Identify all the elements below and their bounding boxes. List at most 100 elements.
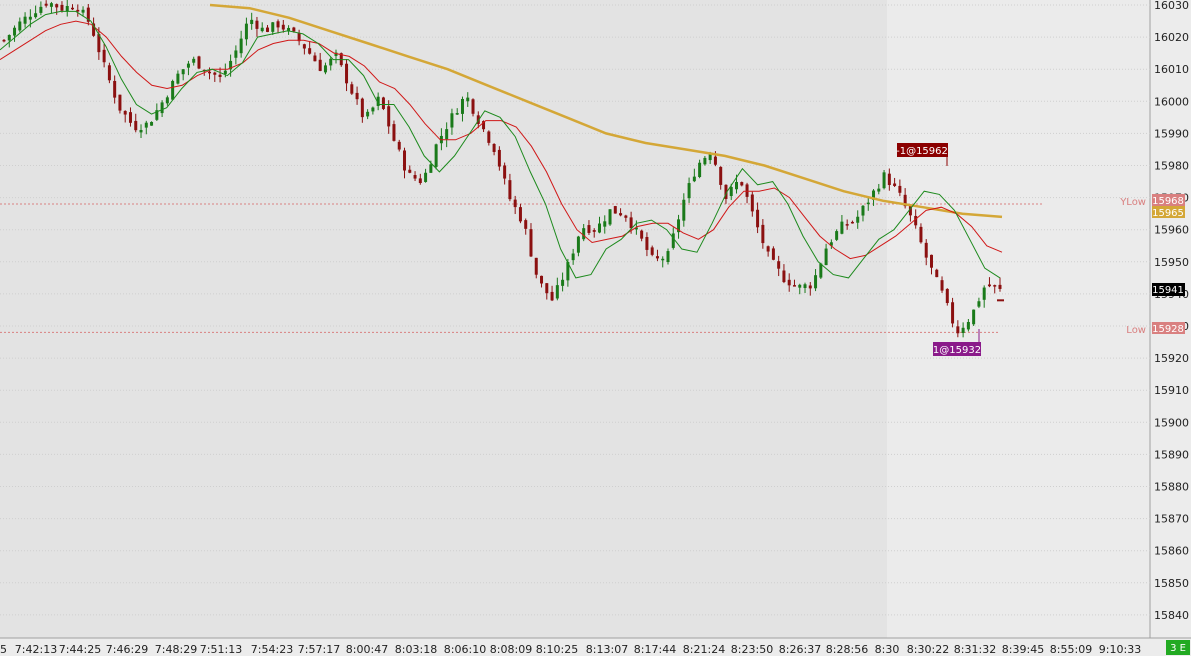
candle-body: [218, 74, 222, 77]
candle-body: [308, 48, 312, 54]
time-tick-label: 5: [0, 643, 7, 656]
price-tick-label: 15960: [1154, 224, 1189, 237]
price-tick-label: 16020: [1154, 31, 1189, 44]
candle-body: [13, 27, 17, 36]
time-tick-label: 8:21:24: [683, 643, 725, 656]
time-tick-label: 8:39:45: [1002, 643, 1044, 656]
time-tick-label: 8:23:50: [731, 643, 773, 656]
candle-body: [223, 70, 227, 74]
candle-body: [18, 21, 22, 31]
candle-body: [487, 131, 491, 143]
candle-body: [987, 284, 991, 287]
price-tick-label: 15840: [1154, 609, 1189, 622]
candle-body: [966, 321, 970, 330]
candle-body: [866, 202, 870, 205]
time-tick-label: 8:08:09: [490, 643, 532, 656]
price-tick-label: 15980: [1154, 160, 1189, 173]
candle-body: [128, 112, 132, 123]
candle-body: [355, 92, 359, 100]
candle-body: [392, 124, 396, 141]
candle-body: [692, 176, 696, 182]
candle-body: [698, 162, 702, 178]
candle-body: [418, 178, 422, 184]
candle-body: [735, 181, 739, 190]
candle-body: [661, 258, 665, 261]
candle-body: [76, 9, 80, 12]
candle-body: [629, 217, 633, 229]
candle-body: [787, 279, 791, 286]
candle-body: [34, 13, 38, 18]
candle-body: [597, 223, 601, 233]
candle-body: [302, 44, 306, 49]
candle-body: [814, 275, 818, 289]
candle-body: [919, 226, 923, 243]
ma-long-tag: 15965: [1152, 206, 1185, 219]
price-tick-label: 15950: [1154, 256, 1189, 269]
candle-body: [935, 269, 939, 278]
candle-body: [729, 186, 733, 197]
candle-body: [271, 22, 275, 32]
time-tick-label: 7:44:25: [59, 643, 101, 656]
candle-body: [508, 180, 512, 200]
plot-background-recent: [887, 0, 1150, 638]
candle-body: [893, 183, 897, 186]
candle-body: [408, 169, 412, 173]
candle-body: [582, 228, 586, 240]
candle-body: [545, 283, 549, 294]
candle-body: [150, 121, 154, 126]
candle-body: [445, 129, 449, 140]
candle-body: [956, 326, 960, 334]
last-price-value: 15941: [1152, 285, 1184, 296]
candle-body: [808, 285, 812, 289]
level-ylow-value: 15968: [1152, 196, 1184, 207]
candle-body: [856, 216, 860, 223]
candle-body: [835, 231, 839, 240]
candle-body: [798, 284, 802, 288]
candle-body: [123, 110, 127, 115]
candle-body: [186, 63, 190, 68]
candle-body: [540, 275, 544, 284]
fill-sell-label: -1@15962: [896, 146, 948, 157]
candle-body: [777, 261, 781, 269]
candle-body: [350, 84, 354, 94]
candle-body: [682, 199, 686, 221]
candle-body: [497, 149, 501, 167]
candle-body: [134, 120, 138, 131]
ma-long-value: 15965: [1152, 208, 1184, 219]
candle-body: [381, 97, 385, 109]
candle-body: [318, 59, 322, 71]
candle-body: [323, 65, 327, 73]
candle-body: [23, 16, 27, 24]
candle-body: [260, 27, 264, 32]
candle-body: [524, 220, 528, 229]
price-tick-label: 16000: [1154, 95, 1189, 108]
candle-body: [951, 302, 955, 324]
timeframe-badge[interactable]: 3 E: [1166, 640, 1190, 655]
candle-body: [756, 209, 760, 228]
candle-body: [861, 205, 865, 216]
price-tick-label: 15870: [1154, 513, 1189, 526]
candle-body: [619, 213, 623, 216]
candle-body: [840, 221, 844, 234]
candle-body: [39, 6, 43, 13]
time-tick-label: 7:42:13: [15, 643, 57, 656]
candle-body: [513, 199, 517, 208]
candle-body: [471, 99, 475, 114]
candle-body: [276, 21, 280, 28]
candle-body: [803, 284, 807, 289]
price-tick-label: 15890: [1154, 448, 1189, 461]
candle-body: [213, 72, 217, 75]
candle-body: [49, 3, 53, 7]
candle-body: [181, 69, 185, 75]
candle-body: [819, 263, 823, 278]
level-low-value: 15928: [1152, 324, 1184, 335]
candle-body: [71, 7, 75, 10]
candle-body: [55, 4, 59, 8]
candle-body: [645, 236, 649, 250]
candle-body: [576, 236, 580, 253]
time-tick-label: 8:10:25: [536, 643, 578, 656]
time-tick-label: 8:00:47: [346, 643, 388, 656]
plot-background-session: [0, 0, 887, 638]
level-low-tag: 15928: [1152, 322, 1185, 335]
price-chart[interactable]: 1603016020160101600015990159801597015960…: [0, 0, 1191, 656]
